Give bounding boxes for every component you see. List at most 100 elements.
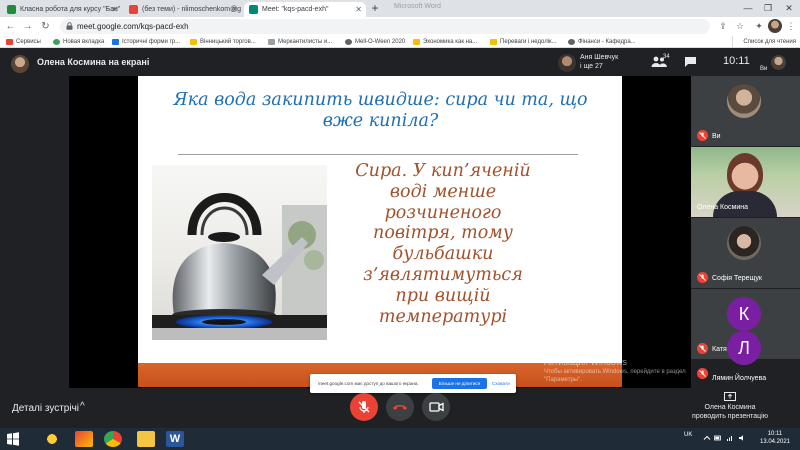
bookmark-item[interactable]: Історичні форми гр... [112, 36, 180, 48]
maximize-button[interactable]: ❐ [758, 0, 778, 17]
word-icon[interactable]: W [166, 431, 184, 447]
folder-icon [490, 39, 497, 45]
tab-classroom[interactable]: Класна робота для курсу "Бан" ✕ [2, 2, 122, 17]
watermark-subtitle: Чтобы активировать Windows, перейдите в … [544, 369, 686, 383]
windows-taskbar: W UK 10:11 13.04.2021 [0, 428, 800, 450]
camera-toggle-button[interactable] [422, 393, 450, 421]
participant-tile-video[interactable]: Олена Космина [691, 147, 800, 217]
participant-tile-photo[interactable]: Софія Терещук [691, 218, 800, 288]
bookmark-item[interactable]: Mell-O-Ween 2020 [345, 36, 405, 48]
hide-banner-button[interactable]: Сховати [492, 378, 510, 389]
leave-call-button[interactable] [386, 393, 414, 421]
network-icon[interactable] [726, 434, 734, 442]
pinned-avatar[interactable] [558, 54, 576, 72]
gmail-icon [129, 5, 138, 14]
bookmark-item[interactable]: Переваги і недолік... [490, 36, 557, 48]
apps-icon [6, 39, 13, 45]
menu-icon[interactable]: ⋮ [784, 19, 798, 33]
meeting-clock: 10:11 [723, 55, 750, 67]
browser-toolbar: ← → ↻ meet.google.com/kqs-pacd-exh ⇪ ☆ ✦… [0, 17, 800, 36]
present-icon[interactable] [724, 392, 736, 401]
volume-icon[interactable] [738, 434, 746, 442]
taskbar-time: 10:11 [767, 431, 783, 437]
presenter-avatar [11, 55, 29, 73]
slide-answer: Сира. У кип’яченій воді менше розчиненог… [355, 161, 531, 327]
url-text: meet.google.com/kqs-pacd-exh [77, 22, 189, 31]
stop-sharing-button[interactable]: Більше не ділитися [432, 378, 487, 389]
close-icon[interactable]: ✕ [355, 2, 362, 17]
tab-label: Meet: "kqs-pacd-exh" [262, 6, 329, 13]
people-count: 34 [663, 54, 670, 60]
reading-list-button[interactable]: Список для чтения [732, 36, 796, 48]
star-icon[interactable]: ☆ [733, 19, 747, 33]
presenting-title: Олена Космина на екрані [37, 57, 150, 67]
self-avatar[interactable] [771, 55, 786, 70]
profile-avatar[interactable] [768, 19, 782, 33]
kettle-image [152, 193, 327, 340]
minimize-button[interactable]: — [738, 0, 758, 17]
chevron-up-icon[interactable]: ^ [80, 401, 85, 412]
keyboard-language[interactable]: UK [684, 432, 692, 438]
hang-up-icon [393, 405, 407, 410]
mic-off-icon [697, 368, 708, 379]
bookmark-item[interactable]: Меркантилисты и... [268, 36, 332, 48]
slide-divider [178, 154, 578, 155]
tab-label: Класна робота для курсу "Бан" [20, 6, 121, 13]
slide: Яка вода закипить швидше: сира чи та, що… [138, 76, 622, 387]
slide-title: Яка вода закипить швидше: сира чи та, що… [173, 90, 588, 131]
battery-icon[interactable] [714, 434, 722, 442]
bookmark-item[interactable]: Новая вкладка [53, 36, 104, 48]
close-icon[interactable]: ✕ [231, 2, 238, 17]
meeting-details-button[interactable]: Деталі зустрічі [12, 403, 79, 414]
chrome-icon[interactable] [104, 431, 122, 447]
page-icon [345, 39, 352, 45]
bookmark-item[interactable]: Экономика как на... [413, 36, 477, 48]
browser-tab-strip: Класна робота для курсу "Бан" ✕ (без тем… [0, 0, 800, 17]
chevron-up-icon[interactable] [703, 434, 711, 442]
reload-button[interactable]: ↻ [38, 19, 53, 34]
page-icon [190, 39, 197, 45]
lock-icon [66, 22, 73, 30]
participant-tile-letter[interactable]: Л Лямин Йолчуева [691, 324, 800, 384]
windows-start-icon[interactable] [4, 431, 22, 447]
self-label: Ви [760, 66, 768, 72]
forward-button[interactable]: → [20, 19, 35, 34]
close-icon[interactable]: ✕ [111, 2, 118, 17]
mic-off-icon [697, 130, 708, 141]
extensions-icon[interactable]: ✦ [752, 19, 766, 33]
camera-icon [429, 402, 444, 412]
taskbar-clock[interactable]: 10:11 13.04.2021 [756, 431, 794, 446]
classroom-icon [7, 5, 16, 14]
participant-name: Лямин Йолчуева [712, 375, 767, 382]
presenter-label: Олена Космина проводить презентацію [692, 404, 768, 420]
close-window-button[interactable]: ✕ [779, 0, 799, 17]
tab-meet[interactable]: Meet: "kqs-pacd-exh" ✕ [244, 2, 366, 17]
bookmarks-bar: Сервисы Новая вкладка Історичні форми гр… [0, 36, 800, 48]
page-icon [112, 39, 119, 45]
tab-gmail[interactable]: (без теми) - nlimoschenkom@g ✕ [124, 2, 242, 17]
bookmark-item[interactable]: Сервисы [6, 36, 41, 48]
bookmark-item[interactable]: Фінанси - Кафедра... [568, 36, 636, 48]
meet-window: Олена Космина на екрані Аня Шевчук і ще … [0, 48, 800, 428]
share-icon[interactable]: ⇪ [716, 19, 730, 33]
microphone-toggle-button[interactable] [350, 393, 378, 421]
kettle-photo [152, 165, 327, 340]
globe-icon [53, 39, 60, 45]
watermark-title: Активация Windows [544, 357, 627, 367]
share-banner-text: meet.google.com має доступ до вашого екр… [318, 381, 419, 386]
address-bar[interactable]: meet.google.com/kqs-pacd-exh [60, 19, 710, 34]
bookmark-item[interactable]: Вінницький торгов... [190, 36, 256, 48]
participant-name: Олена Космина [697, 204, 748, 211]
file-explorer-icon[interactable] [137, 431, 155, 447]
mic-off-icon [358, 401, 370, 413]
avatar [727, 84, 761, 118]
new-tab-button[interactable]: + [368, 1, 382, 15]
back-button[interactable]: ← [3, 19, 18, 34]
presentation-stage: Яка вода закипить швидше: сира чи та, що… [69, 76, 691, 393]
participant-name: Ви [712, 133, 721, 140]
app-icon[interactable] [43, 431, 61, 447]
participant-tile-self[interactable]: Ви [691, 76, 800, 146]
page-icon [268, 39, 275, 45]
app-icon[interactable] [75, 431, 93, 447]
chat-icon[interactable] [684, 56, 697, 68]
